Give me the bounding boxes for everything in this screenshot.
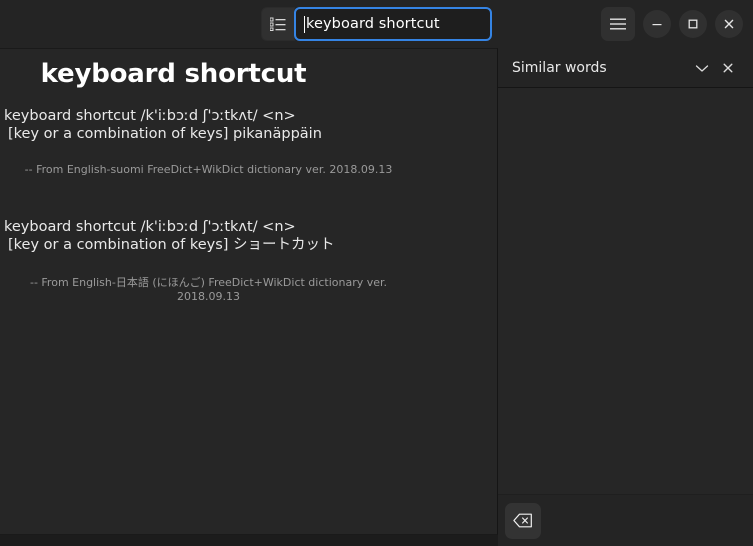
definition-pane[interactable]: keyboard shortcut keyboard shortcut /k'i… xyxy=(0,48,498,535)
similar-words-panel: Similar words xyxy=(498,48,753,546)
dictionary-entry: keyboard shortcut /k'iːbɔːd ʃ'ɔːtkʌt/ <n… xyxy=(0,218,497,303)
entry-source: -- From English-suomi FreeDict+WikDict d… xyxy=(24,163,393,176)
entry-source: -- From English-日本語 (にほんご) FreeDict+WikD… xyxy=(29,276,388,303)
backspace-icon xyxy=(513,513,533,528)
list-view-button[interactable] xyxy=(261,7,295,41)
similar-words-footer xyxy=(498,494,753,546)
maximize-button[interactable] xyxy=(679,10,707,38)
main-menu-button[interactable] xyxy=(601,7,635,41)
text-cursor xyxy=(304,15,305,33)
close-button[interactable] xyxy=(715,10,743,38)
collapse-panel-button[interactable] xyxy=(689,55,715,81)
search-input[interactable]: keyboard shortcut xyxy=(294,7,492,41)
minimize-icon xyxy=(651,18,663,30)
search-input-value: keyboard shortcut xyxy=(306,16,440,32)
similar-words-list[interactable] xyxy=(498,88,753,494)
close-icon xyxy=(722,62,734,74)
dictionary-entry: keyboard shortcut /k'iːbɔːd ʃ'ɔːtkʌt/ <n… xyxy=(0,107,497,176)
entry-definition: [key or a combination of keys] pikanäppä… xyxy=(8,126,322,142)
list-view-icon xyxy=(270,17,286,31)
close-panel-button[interactable] xyxy=(715,55,741,81)
page-title: keyboard shortcut xyxy=(40,59,307,89)
entry-headline: keyboard shortcut /k'iːbɔːd ʃ'ɔːtkʌt/ <n… xyxy=(4,108,296,124)
maximize-icon xyxy=(687,18,699,30)
application-window: keyboard shortcut keyboard shortcut keyb… xyxy=(0,0,753,546)
similar-words-title: Similar words xyxy=(512,59,607,76)
chevron-down-icon xyxy=(695,63,709,73)
close-icon xyxy=(723,18,735,30)
window-body: keyboard shortcut keyboard shortcut /k'i… xyxy=(0,48,753,546)
similar-words-header: Similar words xyxy=(498,48,753,88)
entry-definition: [key or a combination of keys] ショートカット xyxy=(8,237,335,253)
minimize-button[interactable] xyxy=(643,10,671,38)
entry-headline: keyboard shortcut /k'iːbɔːd ʃ'ɔːtkʌt/ <n… xyxy=(4,219,296,235)
header-bar: keyboard shortcut xyxy=(0,0,753,48)
definition-article: keyboard shortcut keyboard shortcut /k'i… xyxy=(0,49,497,534)
window-controls-group xyxy=(601,7,743,41)
hamburger-menu-icon xyxy=(610,18,626,30)
backspace-button[interactable] xyxy=(505,502,541,539)
